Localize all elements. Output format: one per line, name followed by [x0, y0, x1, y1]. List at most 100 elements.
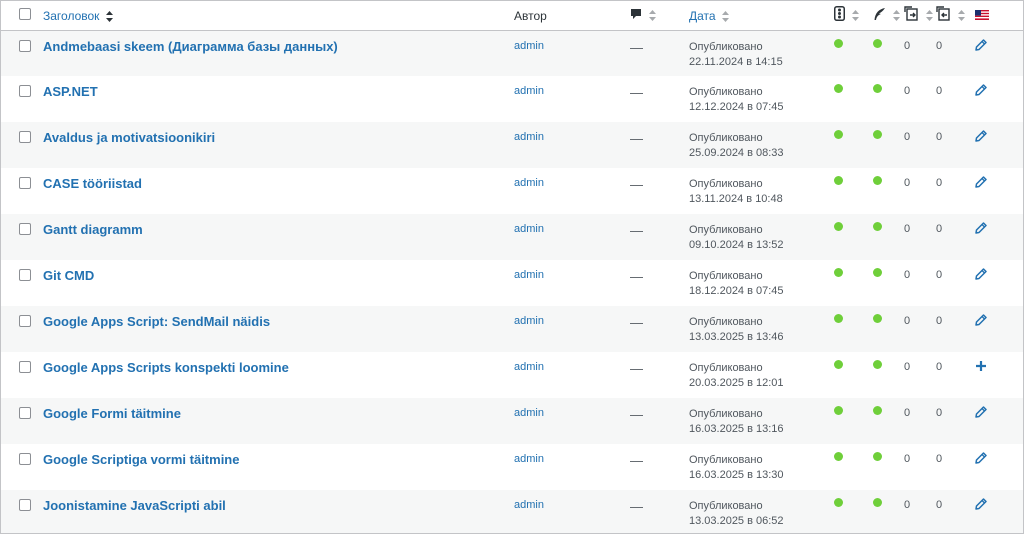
translation-action[interactable] — [975, 31, 987, 54]
readability-cell — [873, 168, 904, 214]
column-readability[interactable] — [873, 1, 904, 30]
row-checkbox[interactable] — [19, 177, 31, 189]
column-seo-status[interactable] — [834, 1, 873, 30]
post-title-link[interactable]: CASE tööriistad — [43, 168, 142, 191]
row-checkbox[interactable] — [19, 39, 31, 52]
row-checkbox[interactable] — [19, 361, 31, 373]
translation-action[interactable] — [975, 306, 987, 329]
post-datetime: 13.03.2025 в 13:46 — [689, 331, 784, 343]
translation-action[interactable] — [975, 76, 987, 99]
traffic-light-icon[interactable] — [834, 6, 845, 24]
post-datetime: 18.12.2024 в 07:45 — [689, 285, 784, 297]
title-cell: Google Formi täitmine — [43, 398, 514, 444]
sort-icon — [648, 10, 656, 22]
column-outgoing-links[interactable] — [904, 1, 936, 30]
post-title-link[interactable]: Joonistamine JavaScripti abil — [43, 490, 226, 513]
comments-cell: — — [630, 168, 689, 214]
translation-action[interactable] — [975, 444, 987, 467]
column-comments[interactable] — [630, 1, 689, 30]
author-cell: admin — [514, 306, 630, 352]
incoming-links-icon[interactable] — [936, 6, 951, 24]
row-checkbox[interactable] — [19, 407, 31, 419]
row-checkbox[interactable] — [19, 131, 31, 143]
outgoing-links-count: 0 — [904, 39, 911, 52]
row-checkbox[interactable] — [19, 453, 31, 465]
post-title-link[interactable]: ASP.NET — [43, 76, 98, 99]
pencil-icon[interactable] — [975, 38, 987, 51]
date-cell: Опубликовано 16.03.2025 в 13:30 — [689, 444, 834, 490]
column-incoming-links[interactable] — [936, 1, 975, 30]
author-link[interactable]: admin — [514, 352, 544, 373]
comments-count: — — [630, 177, 643, 192]
row-checkbox[interactable] — [19, 269, 31, 281]
plus-icon[interactable] — [975, 360, 987, 372]
author-link[interactable]: admin — [514, 168, 544, 189]
feather-icon[interactable] — [873, 7, 886, 24]
post-status: Опубликовано — [689, 178, 763, 190]
pencil-icon[interactable] — [975, 498, 987, 510]
author-link[interactable]: admin — [514, 306, 544, 327]
table-row: CASE tööriistad admin — Опубликовано 13.… — [1, 168, 1023, 214]
pencil-icon[interactable] — [975, 84, 987, 96]
sort-both-icon — [106, 10, 114, 22]
translation-action[interactable] — [975, 490, 987, 513]
comment-bubble-icon[interactable] — [630, 8, 642, 23]
pencil-icon[interactable] — [975, 452, 987, 464]
author-link[interactable]: admin — [514, 398, 544, 419]
title-cell: Avaldus ja motivatsioonikiri — [43, 122, 514, 168]
post-title-link[interactable]: Gantt diagramm — [43, 214, 143, 237]
incoming-links-cell: 0 — [936, 352, 975, 398]
translation-action[interactable] — [975, 352, 987, 375]
sort-icon — [925, 9, 933, 21]
translation-action[interactable] — [975, 260, 987, 283]
readability-cell — [873, 490, 904, 533]
pencil-icon[interactable] — [975, 130, 987, 142]
author-column-label: Автор — [514, 8, 547, 23]
post-title-link[interactable]: Google Formi täitmine — [43, 398, 181, 421]
translation-action[interactable] — [975, 122, 987, 145]
row-checkbox[interactable] — [19, 315, 31, 327]
outgoing-links-cell: 0 — [904, 306, 936, 352]
author-link[interactable]: admin — [514, 31, 544, 52]
title-cell: Google Apps Script: SendMail näidis — [43, 306, 514, 352]
pencil-icon[interactable] — [975, 222, 987, 234]
comments-count: — — [630, 131, 643, 146]
post-title-link[interactable]: Google Apps Script: SendMail näidis — [43, 306, 270, 329]
translation-action[interactable] — [975, 168, 987, 191]
date-column-label[interactable]: Дата — [689, 9, 716, 23]
seo-status-dot — [834, 498, 843, 507]
column-title[interactable]: Заголовок — [43, 1, 514, 30]
author-link[interactable]: admin — [514, 260, 544, 281]
author-link[interactable]: admin — [514, 76, 544, 97]
author-link[interactable]: admin — [514, 122, 544, 143]
title-column-label[interactable]: Заголовок — [43, 9, 99, 23]
pencil-icon[interactable] — [975, 406, 987, 418]
pencil-icon[interactable] — [975, 314, 987, 326]
outgoing-links-count: 0 — [904, 269, 911, 281]
column-date[interactable]: Дата — [689, 1, 834, 30]
seo-status-dot — [834, 268, 843, 277]
outgoing-links-count: 0 — [904, 499, 911, 511]
post-title-link[interactable]: Git CMD — [43, 260, 94, 283]
row-checkbox[interactable] — [19, 499, 31, 511]
post-title-link[interactable]: Avaldus ja motivatsioonikiri — [43, 122, 215, 145]
post-title-link[interactable]: Google Scriptiga vormi täitmine — [43, 444, 239, 467]
readability-cell — [873, 260, 904, 306]
pencil-icon[interactable] — [975, 176, 987, 188]
translation-action[interactable] — [975, 398, 987, 421]
pencil-icon[interactable] — [975, 268, 987, 280]
author-link[interactable]: admin — [514, 490, 544, 511]
post-title-link[interactable]: Andmebaasi skeem (Диаграмма базы данных) — [43, 31, 338, 54]
row-checkbox[interactable] — [19, 223, 31, 235]
title-cell: Google Scriptiga vormi täitmine — [43, 444, 514, 490]
post-title-link[interactable]: Google Apps Scripts konspekti loomine — [43, 352, 289, 375]
outgoing-links-icon[interactable] — [904, 6, 919, 24]
row-checkbox[interactable] — [19, 85, 31, 97]
translation-action[interactable] — [975, 214, 987, 237]
select-all-checkbox[interactable] — [19, 7, 31, 20]
author-link[interactable]: admin — [514, 214, 544, 235]
author-cell: admin — [514, 352, 630, 398]
author-link[interactable]: admin — [514, 444, 544, 465]
date-cell: Опубликовано 18.12.2024 в 07:45 — [689, 260, 834, 306]
incoming-links-count: 0 — [936, 131, 943, 143]
